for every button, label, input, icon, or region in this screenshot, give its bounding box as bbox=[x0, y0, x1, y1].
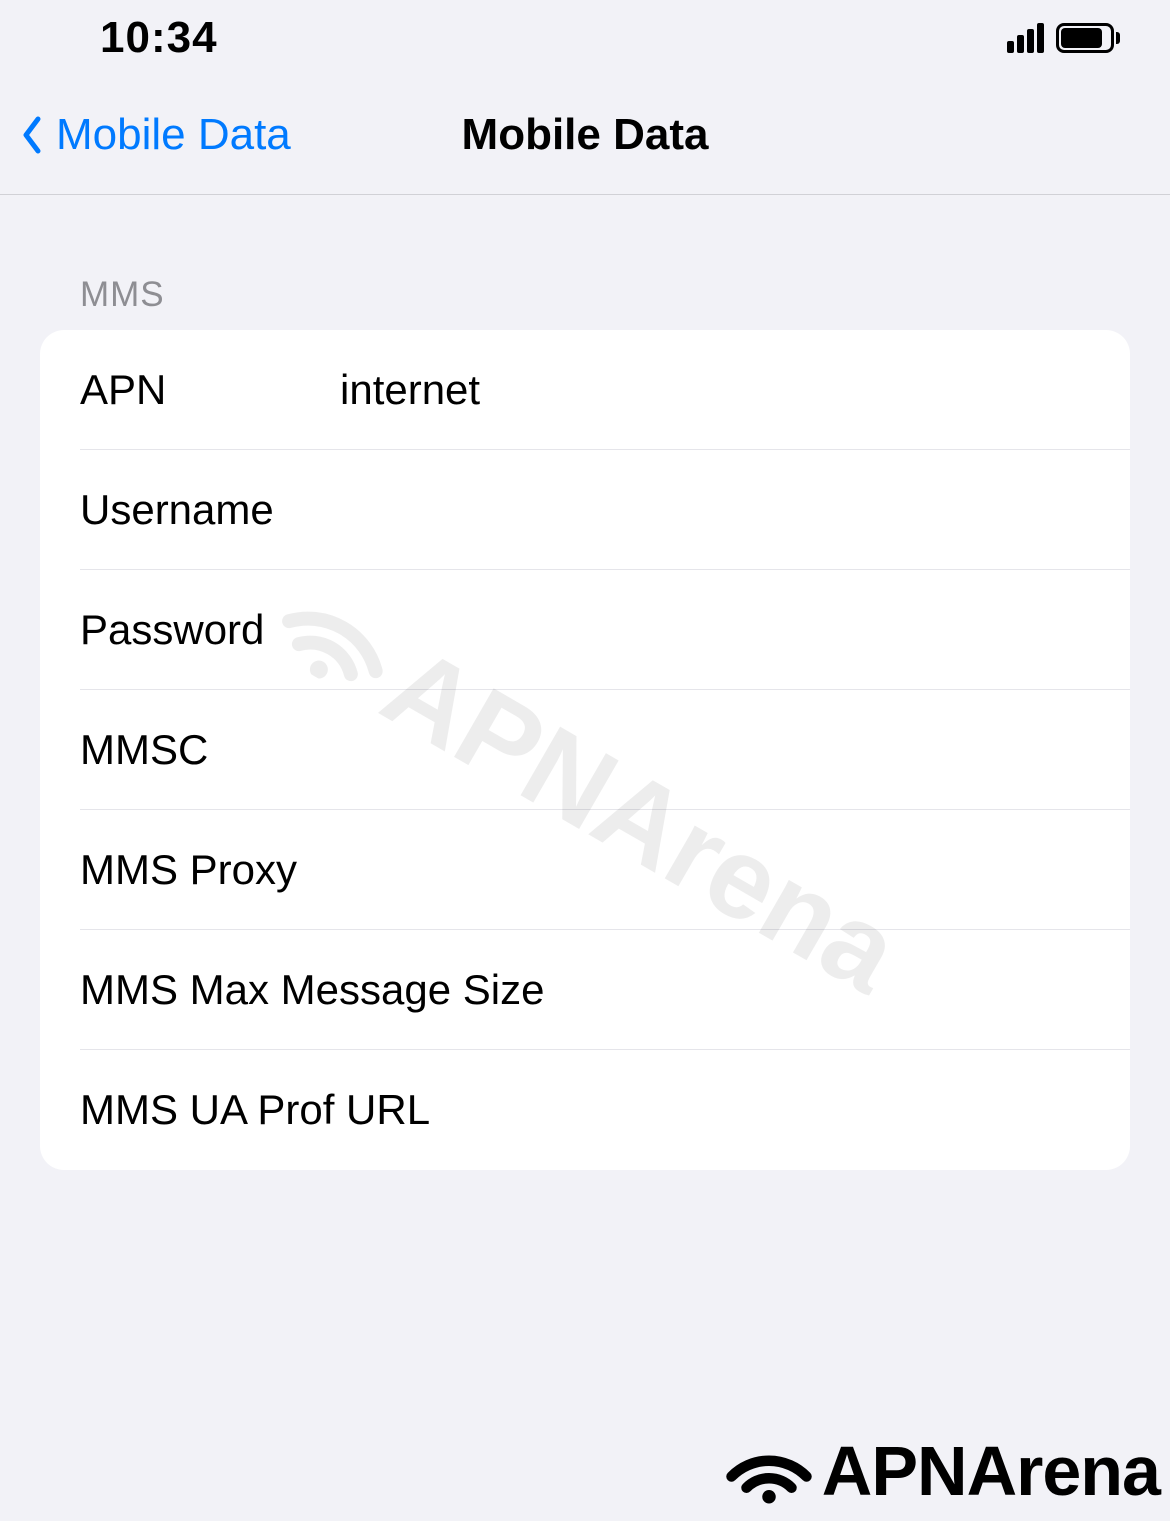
back-button[interactable]: Mobile Data bbox=[0, 110, 291, 160]
chevron-left-icon bbox=[20, 115, 44, 155]
status-indicators bbox=[1007, 23, 1120, 53]
signal-icon bbox=[1007, 23, 1044, 53]
label-mms-ua-prof: MMS UA Prof URL bbox=[80, 1086, 430, 1134]
row-username[interactable]: Username bbox=[40, 450, 1130, 570]
row-password[interactable]: Password bbox=[40, 570, 1130, 690]
back-label: Mobile Data bbox=[56, 110, 291, 160]
row-mms-max-size[interactable]: MMS Max Message Size bbox=[40, 930, 1130, 1050]
page-title: Mobile Data bbox=[462, 110, 709, 160]
content-area: MMS APN Username Password MMSC MMS Proxy… bbox=[0, 195, 1170, 1170]
input-mms-max-size[interactable] bbox=[544, 966, 1090, 1014]
status-bar: 10:34 bbox=[0, 0, 1170, 75]
settings-group-mms: APN Username Password MMSC MMS Proxy MMS… bbox=[40, 330, 1130, 1170]
brand-text: APNArena bbox=[822, 1431, 1160, 1511]
input-mms-proxy[interactable] bbox=[297, 846, 1090, 894]
row-mms-proxy[interactable]: MMS Proxy bbox=[40, 810, 1130, 930]
wifi-icon bbox=[724, 1434, 814, 1509]
input-mmsc[interactable] bbox=[340, 726, 1090, 774]
row-mms-ua-prof[interactable]: MMS UA Prof URL bbox=[40, 1050, 1130, 1170]
row-apn[interactable]: APN bbox=[40, 330, 1130, 450]
label-password: Password bbox=[80, 606, 340, 654]
row-mmsc[interactable]: MMSC bbox=[40, 690, 1130, 810]
label-mms-proxy: MMS Proxy bbox=[80, 846, 297, 894]
status-time: 10:34 bbox=[100, 13, 218, 63]
brand-footer: APNArena bbox=[724, 1431, 1160, 1511]
input-password[interactable] bbox=[340, 606, 1090, 654]
input-apn[interactable] bbox=[340, 366, 1090, 414]
navigation-bar: Mobile Data Mobile Data bbox=[0, 75, 1170, 195]
label-mms-max-size: MMS Max Message Size bbox=[80, 966, 544, 1014]
battery-icon bbox=[1056, 23, 1120, 53]
label-mmsc: MMSC bbox=[80, 726, 340, 774]
input-username[interactable] bbox=[340, 486, 1090, 534]
input-mms-ua-prof[interactable] bbox=[430, 1086, 1090, 1134]
label-apn: APN bbox=[80, 366, 340, 414]
label-username: Username bbox=[80, 486, 340, 534]
section-header-mms: MMS bbox=[0, 275, 1170, 330]
